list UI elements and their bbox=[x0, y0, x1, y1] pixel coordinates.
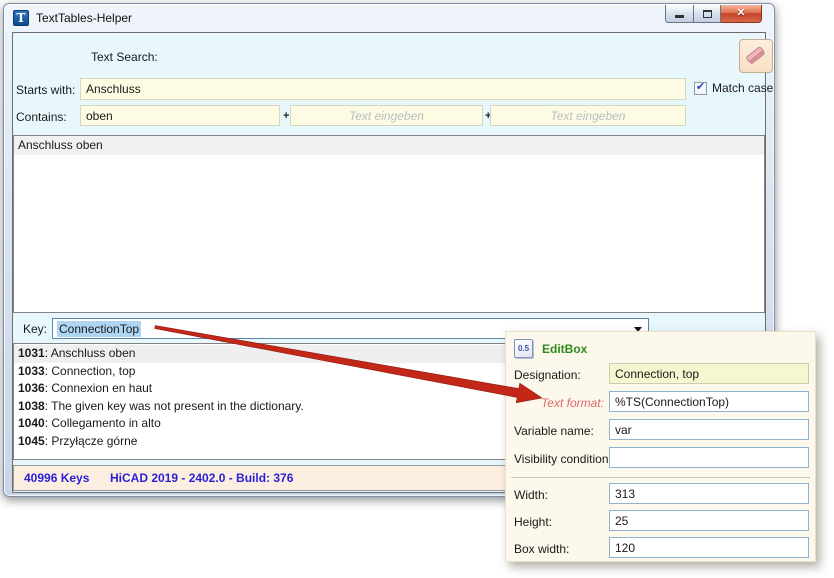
box-width-label: Box width: bbox=[514, 542, 569, 556]
window-title: TextTables-Helper bbox=[36, 11, 132, 25]
height-input[interactable] bbox=[609, 510, 809, 531]
maximize-icon bbox=[703, 10, 712, 18]
key-label: Key: bbox=[23, 322, 47, 336]
width-input[interactable] bbox=[609, 483, 809, 504]
match-case-option[interactable]: ✔ Match case bbox=[694, 81, 773, 95]
titlebar[interactable]: T TextTables-Helper bbox=[4, 4, 774, 31]
results-list-item[interactable]: Anschluss oben bbox=[14, 136, 764, 155]
close-button[interactable]: ✕ bbox=[721, 5, 762, 23]
keys-count: 40996 Keys bbox=[24, 471, 110, 485]
starts-with-label: Starts with: bbox=[16, 83, 75, 97]
editbox-title: EditBox bbox=[542, 342, 587, 356]
variable-name-label: Variable name: bbox=[514, 424, 594, 438]
designation-input[interactable] bbox=[609, 363, 809, 384]
starts-with-input[interactable] bbox=[80, 78, 686, 100]
key-value: ConnectionTop bbox=[57, 321, 141, 337]
text-format-label: Text format: bbox=[510, 396, 604, 410]
height-label: Height: bbox=[514, 515, 552, 529]
designation-label: Designation: bbox=[514, 368, 581, 382]
visibility-condition-label: Visibility condition: bbox=[514, 452, 612, 466]
contains-input-2[interactable] bbox=[290, 105, 483, 126]
match-case-checkbox[interactable]: ✔ bbox=[694, 82, 707, 95]
match-case-label: Match case bbox=[712, 81, 773, 95]
results-list[interactable]: Anschluss oben bbox=[13, 135, 765, 313]
window-controls: ✕ bbox=[665, 5, 762, 23]
editbox-header: 0.5 EditBox bbox=[514, 339, 587, 358]
maximize-button[interactable] bbox=[694, 5, 721, 23]
text-search-label: Text Search: bbox=[91, 50, 158, 64]
minimize-icon bbox=[675, 15, 684, 18]
clear-search-button[interactable] bbox=[739, 39, 773, 73]
panel-divider bbox=[511, 477, 810, 478]
box-width-input[interactable] bbox=[609, 537, 809, 558]
checkmark-icon: ✔ bbox=[696, 82, 705, 93]
close-icon: ✕ bbox=[736, 8, 745, 19]
editbox-panel: 0.5 EditBox Designation: Text format: Va… bbox=[505, 331, 816, 562]
visibility-condition-input[interactable] bbox=[609, 447, 809, 468]
version-info: HiCAD 2019 - 2402.0 - Build: 376 bbox=[110, 471, 293, 485]
width-label: Width: bbox=[514, 488, 548, 502]
eraser-icon bbox=[743, 43, 769, 69]
editbox-icon: 0.5 bbox=[514, 339, 533, 358]
app-icon: T bbox=[13, 10, 29, 26]
text-format-input[interactable] bbox=[609, 391, 809, 412]
contains-label: Contains: bbox=[16, 110, 67, 124]
minimize-button[interactable] bbox=[665, 5, 694, 23]
plus-separator-1: + bbox=[283, 110, 289, 122]
variable-name-input[interactable] bbox=[609, 419, 809, 440]
contains-input-3[interactable] bbox=[490, 105, 686, 126]
contains-input-1[interactable] bbox=[80, 105, 280, 126]
